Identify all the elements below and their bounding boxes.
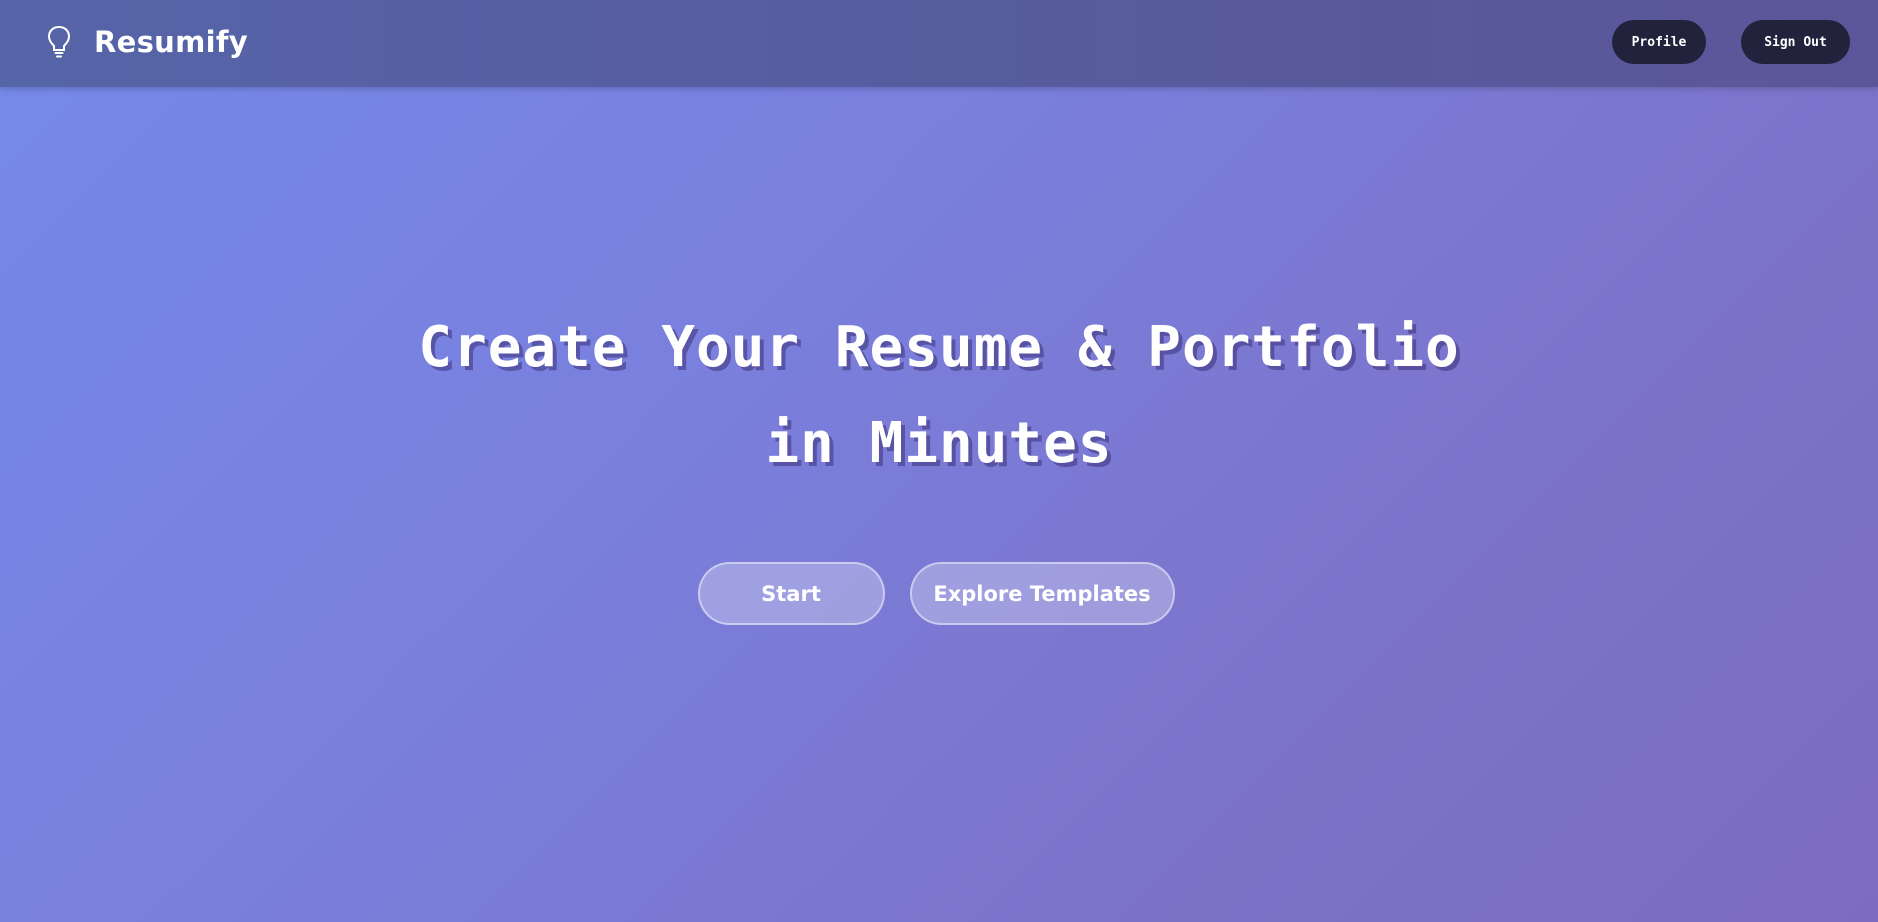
hero-title-line-1: Create Your Resume & Portfolio — [418, 315, 1460, 380]
start-button[interactable]: Start — [697, 562, 885, 625]
top-navbar: Resumify Profile Sign Out — [0, 0, 1878, 87]
hero-section: Create Your Resume & Portfolio in Minute… — [0, 300, 1878, 492]
explore-templates-button[interactable]: Explore Templates — [909, 562, 1175, 625]
brand-name: Resumify — [94, 25, 248, 59]
cta-buttons: Start Explore Templates — [0, 562, 1878, 625]
hero-title: Create Your Resume & Portfolio in Minute… — [0, 300, 1878, 492]
lightbulb-icon — [47, 25, 71, 58]
nav-actions: Profile Sign Out — [1612, 20, 1850, 64]
brand[interactable]: Resumify — [46, 22, 248, 62]
sign-out-button[interactable]: Sign Out — [1741, 20, 1850, 64]
profile-button[interactable]: Profile — [1612, 20, 1706, 64]
hero-title-line-2: in Minutes — [765, 411, 1113, 476]
